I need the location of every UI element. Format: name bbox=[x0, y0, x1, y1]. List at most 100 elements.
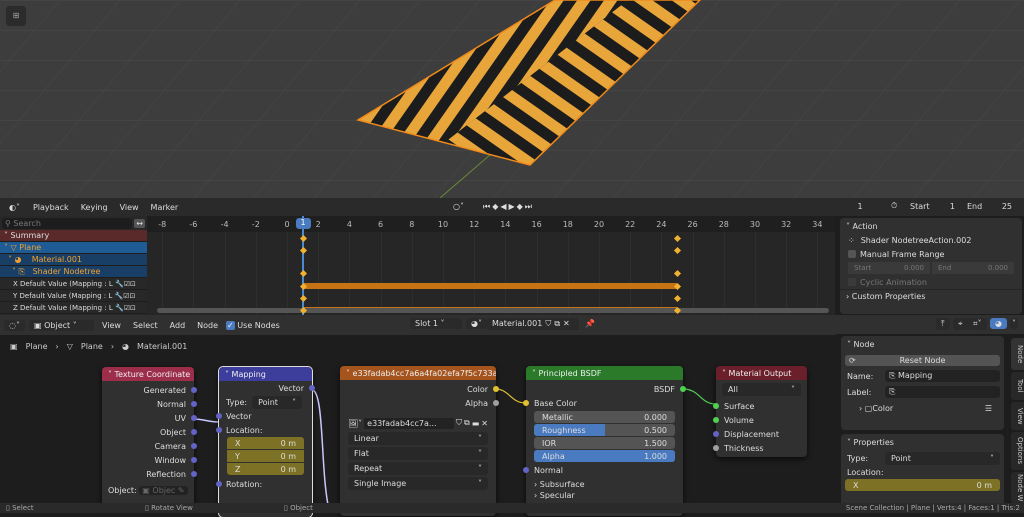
socket-label: Camera bbox=[154, 441, 186, 451]
interpolation-dropdown[interactable]: Linear ˅ bbox=[348, 432, 488, 445]
tab-tool[interactable]: Tool bbox=[1011, 372, 1024, 400]
cyclic-animation-checkbox: Cyclic Animation bbox=[840, 275, 1022, 289]
overlay-icon[interactable]: ⌗˅ bbox=[968, 318, 987, 330]
roughness-field[interactable]: Roughness 0.500 bbox=[534, 424, 675, 436]
specular-panel[interactable]: › Specular bbox=[526, 491, 683, 499]
node-material-output[interactable]: ˅ Material Output All ˅ Surface Volume Di… bbox=[713, 366, 807, 457]
duplicate-icon[interactable]: ⧉ bbox=[464, 418, 470, 428]
alpha-field[interactable]: Alpha 1.000 bbox=[534, 450, 675, 462]
color-toggle[interactable]: › ▢ Color ☰ bbox=[841, 401, 1004, 415]
subsurface-panel[interactable]: › Subsurface bbox=[526, 477, 683, 491]
extension-dropdown[interactable]: Repeat ˅ bbox=[348, 462, 488, 475]
tab-options[interactable]: Options bbox=[1011, 432, 1024, 470]
node-title: Mapping bbox=[231, 369, 266, 379]
manual-frame-range-checkbox[interactable]: Manual Frame Range bbox=[840, 247, 1022, 261]
projection-dropdown[interactable]: Flat ˅ bbox=[348, 447, 488, 460]
node-header[interactable]: ˅ Mapping bbox=[219, 367, 312, 381]
output-alpha: Alpha bbox=[340, 396, 499, 410]
action-selector[interactable]: ⁘ Shader NodetreeAction.002 bbox=[840, 233, 1022, 247]
socket[interactable] bbox=[191, 457, 197, 463]
label-label: Label: bbox=[847, 387, 872, 397]
label-input[interactable]: ⎘ bbox=[885, 386, 1000, 398]
action-start-field: Start 0.000 bbox=[848, 262, 930, 274]
socket[interactable] bbox=[191, 471, 197, 477]
custom-properties-panel[interactable]: › Custom Properties bbox=[840, 289, 1022, 302]
current-frame-field[interactable]: 1 bbox=[836, 201, 884, 212]
socket[interactable] bbox=[216, 427, 222, 433]
socket[interactable] bbox=[523, 467, 529, 473]
target-dropdown[interactable]: All ˅ bbox=[722, 383, 801, 396]
node-header[interactable]: ˅ Principled BSDF bbox=[526, 366, 683, 380]
type-dropdown[interactable]: Point ˅ bbox=[252, 395, 303, 409]
dropdown-value: All bbox=[728, 385, 738, 394]
socket[interactable] bbox=[713, 445, 719, 451]
socket[interactable] bbox=[309, 385, 315, 391]
image-name[interactable]: e33fadab4cc7a... bbox=[364, 417, 455, 429]
node-texture-coordinate[interactable]: ˅ Texture Coordinate Generated Normal UV Ob… bbox=[102, 367, 197, 507]
socket[interactable] bbox=[191, 443, 197, 449]
node-title: Material Output bbox=[728, 368, 792, 378]
image-browse-icon[interactable]: 🖼˅ bbox=[348, 419, 362, 428]
sidebar-location-x-field[interactable]: X 0 m bbox=[845, 479, 1000, 491]
node-header[interactable]: ˅ Texture Coordinate bbox=[102, 367, 194, 381]
location-x-field[interactable]: X 0 m bbox=[227, 437, 304, 449]
parent-node-tree-icon[interactable]: ⤒ bbox=[936, 318, 950, 330]
socket-label: Alpha bbox=[465, 398, 488, 408]
reset-node-button[interactable]: ⟳ Reset Node bbox=[845, 355, 1000, 366]
output-color: Color bbox=[340, 382, 499, 396]
socket[interactable] bbox=[713, 417, 719, 423]
dropdown-value: Repeat bbox=[354, 464, 383, 473]
output-vector: Vector bbox=[219, 381, 315, 395]
tab-view[interactable]: View bbox=[1011, 402, 1024, 430]
open-folder-icon[interactable]: ▬ bbox=[472, 419, 480, 428]
object-field[interactable]: Object: ▣ Objec ✎ bbox=[102, 483, 194, 497]
socket[interactable] bbox=[191, 415, 197, 421]
type-label: Type: bbox=[226, 397, 248, 407]
socket-label: Normal bbox=[534, 465, 563, 475]
shading-dropdown-icon[interactable]: ˅ bbox=[1010, 318, 1018, 329]
socket[interactable] bbox=[216, 413, 222, 419]
source-dropdown[interactable]: Single Image ˅ bbox=[348, 477, 488, 490]
location-y-field[interactable]: Y 0 m bbox=[227, 450, 304, 462]
end-frame-field[interactable]: End 25 bbox=[962, 201, 1017, 212]
snap-icon[interactable]: ⌖ bbox=[953, 318, 968, 330]
action-start-value: 0.000 bbox=[903, 264, 924, 272]
ior-field[interactable]: IOR 1.500 bbox=[534, 437, 675, 449]
type-label: Type: bbox=[847, 453, 869, 463]
socket[interactable] bbox=[680, 386, 686, 392]
fake-user-shield-icon[interactable]: ⛉ bbox=[456, 418, 462, 428]
socket[interactable] bbox=[713, 431, 719, 437]
metallic-field[interactable]: Metallic 0.000 bbox=[534, 411, 675, 423]
panel-title: Properties bbox=[853, 438, 894, 447]
socket[interactable] bbox=[191, 429, 197, 435]
socket[interactable] bbox=[216, 481, 222, 487]
start-frame-field[interactable]: Start 1 bbox=[905, 201, 960, 212]
input-thickness: Thickness bbox=[713, 441, 807, 455]
list-presets-icon[interactable]: ☰ bbox=[985, 404, 992, 413]
tab-node[interactable]: Node bbox=[1011, 338, 1024, 370]
socket[interactable] bbox=[191, 401, 197, 407]
node-header[interactable]: ˅ Material Output bbox=[716, 366, 807, 380]
button-label: Reset Node bbox=[899, 356, 946, 365]
socket[interactable] bbox=[713, 403, 719, 409]
node-mapping[interactable]: ˅ Mapping Vector Type: Point ˅ Vector Loca… bbox=[216, 366, 315, 517]
socket[interactable] bbox=[191, 387, 197, 393]
node-image-texture[interactable]: ˅ e33fadab4cc7a6a4fa02efa7f5c733a6... Co… bbox=[340, 366, 499, 516]
stopwatch-icon[interactable]: ⏱ bbox=[891, 201, 897, 211]
output-reflection: Reflection bbox=[102, 467, 197, 481]
type-dropdown[interactable]: Point ˅ bbox=[885, 451, 1000, 465]
image-selector[interactable]: 🖼˅ e33fadab4cc7a... ⛉ ⧉ ▬ ✕ bbox=[348, 416, 488, 430]
tab-node-wrangler[interactable]: Node W bbox=[1011, 472, 1024, 503]
shading-sphere-icon[interactable]: ◕ bbox=[990, 318, 1007, 329]
node-header[interactable]: ˅ e33fadab4cc7a6a4fa02efa7f5c733a6... bbox=[340, 366, 496, 380]
socket-label: BSDF bbox=[653, 384, 675, 394]
status-select: ▯ Select bbox=[6, 504, 34, 512]
socket[interactable] bbox=[523, 400, 529, 406]
name-input[interactable]: ⎘ Mapping bbox=[885, 370, 1000, 382]
socket[interactable] bbox=[493, 400, 499, 406]
socket[interactable] bbox=[493, 386, 499, 392]
location-z-field[interactable]: Z 0 m bbox=[227, 463, 304, 475]
unlink-close-icon[interactable]: ✕ bbox=[481, 419, 488, 428]
input-location: Location: bbox=[216, 423, 312, 437]
node-principled-bsdf[interactable]: ˅ Principled BSDF BSDF Base Color Metall… bbox=[523, 366, 686, 516]
